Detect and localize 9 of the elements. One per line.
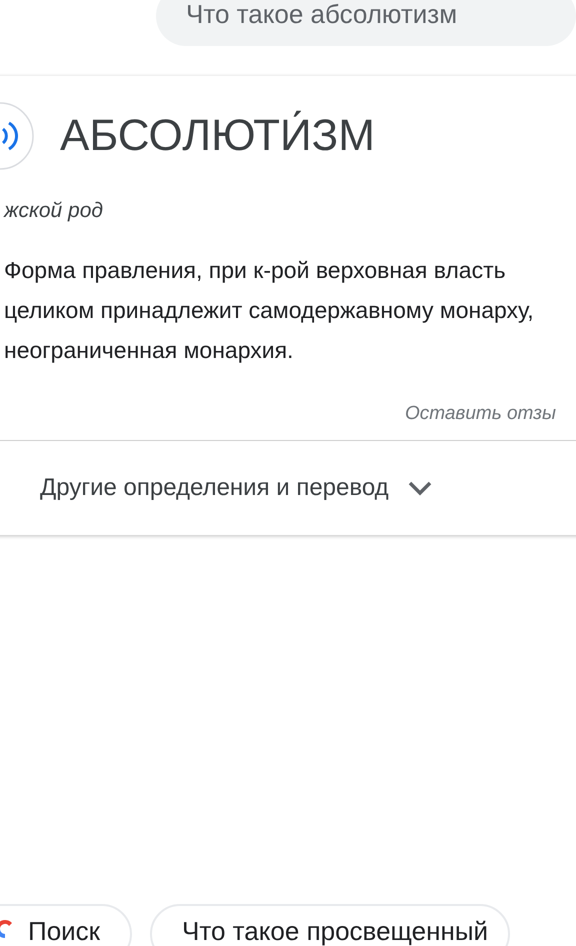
query-bubble: Что такое абсолютизм (156, 0, 576, 46)
gender-label: жской род (4, 198, 104, 224)
suggestion-chip[interactable]: Что такое просвещенный (150, 904, 510, 946)
chevron-icon (406, 479, 433, 497)
headword: АБСОЛЮТИ́ЗМ (60, 110, 375, 162)
feedback-link[interactable]: Оставить отзы (404, 400, 556, 440)
search-chip[interactable]: Поиск (0, 904, 132, 946)
more-definitions-row[interactable]: Другие определения и перевод (0, 441, 576, 535)
definition-text: Форма правления, при к-рой верховная власть целиком принадлежит самодержавному монарху, неограниченная монархия. (4, 256, 534, 365)
